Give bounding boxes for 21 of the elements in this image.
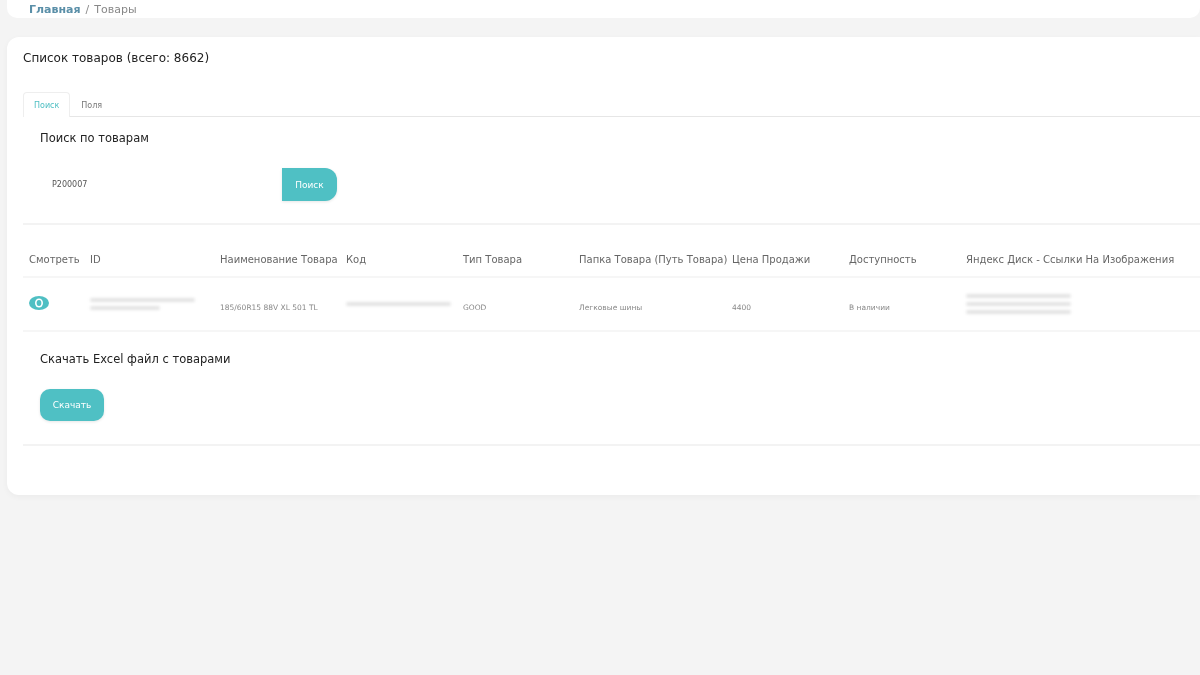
column-header: Доступность	[849, 253, 918, 265]
column-header: Тип Товара	[463, 253, 524, 265]
download-button[interactable]: Скачать	[40, 389, 104, 421]
column-header: Смотреть	[29, 253, 81, 265]
search-field[interactable]: P200007	[40, 176, 282, 193]
column-header: Яндекс Диск - Ссылки На Изображения	[966, 253, 1176, 265]
column-header: Наименование Товара	[220, 253, 339, 265]
search-button[interactable]: Поиск	[282, 168, 337, 201]
column-header: Цена Продажи	[732, 253, 812, 265]
tab[interactable]: Поиск	[23, 92, 71, 117]
column-header: ID	[90, 253, 102, 265]
section-title: Поиск по товарам	[40, 131, 150, 145]
section-title: Скачать Excel файл с товарами	[40, 352, 232, 366]
breadcrumb-separator: /	[85, 4, 90, 16]
breadcrumb-current: Товары	[94, 4, 137, 16]
tab[interactable]: Поля	[70, 92, 114, 116]
column-header: Папка Товара (Путь Товара)	[579, 253, 729, 265]
column-header: Код	[346, 253, 368, 265]
eye-icon[interactable]	[29, 295, 49, 310]
breadcrumb-link[interactable]: Главная	[29, 4, 81, 16]
card-title: Список товаров (всего: 8662)	[23, 51, 211, 67]
